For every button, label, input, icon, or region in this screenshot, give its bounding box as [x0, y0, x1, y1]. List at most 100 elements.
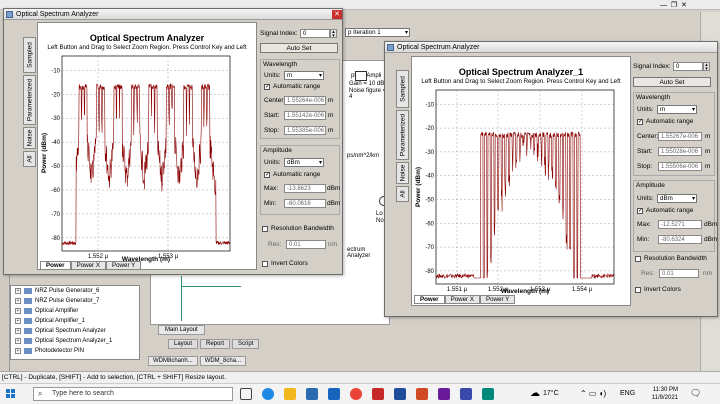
app-icon[interactable] — [482, 388, 494, 400]
plot-panel[interactable]: Optical Spectrum Analyzer Left Button an… — [37, 22, 257, 270]
doc-tab[interactable]: WDM8chanh... — [148, 356, 198, 366]
clock[interactable]: 11:30 PM 11/9/2021 — [638, 386, 678, 402]
no-label: No — [376, 218, 384, 224]
language-indicator[interactable]: ENG — [620, 390, 635, 397]
spectrum-plot[interactable]: -10-20-30-40-50-60-70-80 1.551 μ 1.552 μ1… — [412, 57, 632, 307]
osa-window[interactable]: Optical Spectrum Analyzer Sampled Parame… — [384, 41, 718, 317]
y-tick-label: -10 — [51, 68, 60, 74]
tree-item[interactable]: + NRZ Pulse Generator_6 — [11, 286, 139, 296]
tree-item[interactable]: + Optical Amplifier — [11, 306, 139, 316]
center-input[interactable]: 1.55264e-006 — [284, 96, 326, 105]
tab-noise[interactable]: Noise — [396, 162, 409, 184]
task-view-icon[interactable] — [240, 388, 252, 400]
amplitude-units-select[interactable]: dBm — [284, 158, 324, 167]
tab-all[interactable]: All — [23, 151, 36, 167]
signal-index-spinner[interactable]: ▴ ▾ — [330, 29, 337, 39]
y-tick-label: -20 — [51, 92, 60, 98]
tab-report[interactable]: Report — [200, 339, 231, 349]
signal-index-input[interactable]: 0 — [673, 62, 703, 71]
auto-range-checkbox[interactable]: ✓ — [637, 119, 643, 125]
min-label: Min: — [637, 236, 650, 243]
max-input[interactable]: -12.5271 — [658, 220, 702, 229]
resolution-bandwidth-checkbox[interactable] — [262, 226, 268, 232]
tab-noise[interactable]: Noise — [23, 127, 36, 149]
app-icon[interactable] — [438, 388, 450, 400]
window-title[interactable]: Optical Spectrum Analyzer — [4, 9, 342, 20]
close-button[interactable]: ✕ — [332, 10, 342, 19]
chrome-icon[interactable] — [350, 388, 362, 400]
start-input[interactable]: 1.55142e-006 — [284, 111, 326, 120]
notification-icon[interactable]: 🗨 — [690, 388, 701, 399]
weather-temp[interactable]: 17°C — [543, 390, 559, 397]
word-icon[interactable] — [394, 388, 406, 400]
edge-icon[interactable] — [262, 388, 274, 400]
start-button[interactable] — [6, 389, 16, 399]
signal-index-spinner[interactable]: ▴ ▾ — [703, 62, 710, 72]
res-unit: nm — [328, 241, 338, 248]
powerpoint-icon[interactable] — [416, 388, 428, 400]
tree-item[interactable]: + Photodetector PIN — [11, 346, 139, 356]
iteration-dropdown[interactable]: p Iteration 1 — [345, 28, 410, 37]
auto-range-checkbox[interactable]: ✓ — [264, 84, 270, 90]
optisystem-icon[interactable] — [460, 388, 472, 400]
osa-window[interactable]: Optical Spectrum Analyzer ✕ Sampled Para… — [3, 8, 343, 275]
auto-set-button[interactable]: Auto Set — [260, 43, 338, 53]
tree-item[interactable]: + Optical Spectrum Analyzer_1 — [11, 336, 139, 346]
tab-sampled[interactable]: Sampled — [23, 37, 36, 73]
component-tree[interactable]: + NRZ Pulse Generator_6 + NRZ Pulse Genera… — [10, 285, 140, 360]
tab-power-y[interactable]: Power Y — [479, 295, 516, 304]
mail-icon[interactable] — [328, 388, 340, 400]
wavelength-units-select[interactable]: m — [657, 105, 697, 114]
search-input[interactable]: ⌕ Type here to search — [33, 387, 233, 401]
doc-tab[interactable]: WDM_8cha... — [199, 356, 247, 366]
tab-layout[interactable]: Layout — [168, 339, 199, 349]
min-input[interactable]: -80.6324 — [658, 235, 702, 244]
res-input[interactable]: 0.01 — [286, 240, 326, 249]
res-input[interactable]: 0.01 — [659, 269, 699, 278]
signal-index-input[interactable]: 0 — [300, 29, 330, 38]
y-tick-label: -70 — [425, 245, 434, 251]
tab-sampled[interactable]: Sampled — [396, 70, 409, 108]
spectrum-plot[interactable]: -10-20-30-40-50-60-70-80 1.552 μ 1.553 μ … — [38, 23, 258, 271]
tab-parameterized[interactable]: Parameterized — [23, 75, 36, 125]
tree-item[interactable]: + Optical Amplifier_1 — [11, 316, 139, 326]
tab-power[interactable]: Power — [414, 295, 445, 304]
file-explorer-icon[interactable] — [284, 388, 296, 400]
min-input[interactable]: -80.0616 — [284, 199, 326, 208]
amp-auto-range-checkbox[interactable]: ✓ — [637, 208, 643, 214]
mcafee-icon[interactable] — [372, 388, 384, 400]
tab-parameterized[interactable]: Parameterized — [396, 110, 409, 160]
wavelength-units-select[interactable]: m — [284, 71, 324, 80]
tab-script[interactable]: Script — [232, 339, 260, 349]
tab-main-layout[interactable]: Main Layout — [158, 325, 205, 335]
tab-power[interactable]: Power — [40, 261, 71, 270]
tray-icons[interactable]: ⌃ ▭ ◖) — [580, 389, 606, 398]
stop-input[interactable]: 1.55385e-006 — [284, 126, 326, 135]
store-icon[interactable] — [306, 388, 318, 400]
amplifier-icon[interactable] — [355, 71, 367, 81]
y-tick-labels: -10 -20 -30 -40 -50 -60 -70 -80 — [51, 68, 60, 241]
tab-power-x[interactable]: Power X — [70, 261, 106, 270]
amplitude-units-select[interactable]: dBm — [657, 194, 697, 203]
y-tick-labels: -10 -20 -30 -40 -50 -60 -70 -80 — [425, 102, 434, 275]
center-input[interactable]: 1.55267e-006 — [658, 132, 702, 141]
y-tick-label: -70 — [51, 212, 60, 218]
x-tick-label: 1.551 μ — [447, 287, 468, 293]
tab-power-x[interactable]: Power X — [444, 295, 480, 304]
invert-colors-checkbox[interactable] — [262, 261, 268, 267]
resolution-bandwidth-checkbox[interactable] — [635, 256, 641, 262]
window-controls[interactable]: — ❐ ✕ — [660, 1, 687, 9]
window-title[interactable]: Optical Spectrum Analyzer — [385, 42, 717, 53]
taskbar: ⌕ Type here to search ☁ 17°C ⌃ ▭ ◖) ENG … — [0, 383, 720, 404]
stop-input[interactable]: 1.55506e-006 — [658, 162, 702, 171]
amp-auto-range-checkbox[interactable]: ✓ — [264, 172, 270, 178]
invert-colors-checkbox[interactable] — [635, 287, 641, 293]
max-input[interactable]: -13.8623 — [284, 184, 326, 193]
tab-all[interactable]: All — [396, 186, 409, 202]
tab-power-y[interactable]: Power Y — [105, 261, 142, 270]
auto-set-button[interactable]: Auto Set — [633, 77, 711, 87]
plot-panel[interactable]: Optical Spectrum Analyzer_1 Left Button … — [411, 56, 631, 306]
tree-item[interactable]: + NRZ Pulse Generator_7 — [11, 296, 139, 306]
tree-item[interactable]: + Optical Spectrum Analyzer — [11, 326, 139, 336]
start-input[interactable]: 1.55028e-006 — [658, 147, 702, 156]
